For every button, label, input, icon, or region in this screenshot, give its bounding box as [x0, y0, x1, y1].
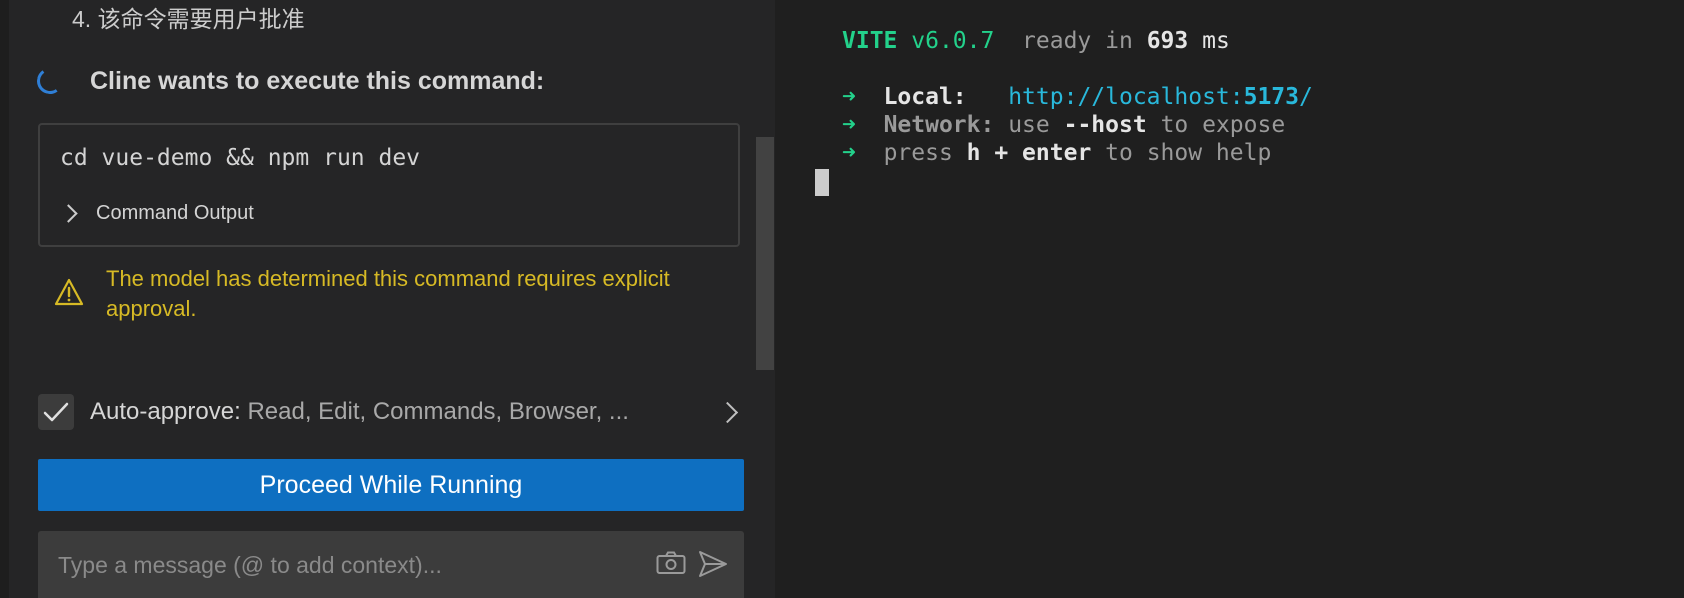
arrow-icon: ➜	[842, 112, 856, 138]
auto-approve-label: Auto-approve:	[90, 398, 241, 425]
local-url-prefix[interactable]: http://localhost:	[1008, 84, 1243, 110]
network-flag: --host	[1063, 112, 1147, 138]
arrow-icon: ➜	[842, 140, 856, 166]
terminal-line-help: ➜ press h + enter to show help	[842, 140, 1271, 166]
vite-name: VITE	[842, 28, 898, 54]
scrollbar-thumb[interactable]	[756, 137, 774, 370]
message-composer	[38, 531, 744, 598]
command-text: cd vue-demo && npm run dev	[60, 145, 421, 171]
terminal-cursor	[815, 169, 829, 196]
press-text: press	[883, 140, 953, 166]
camera-icon[interactable]	[656, 551, 686, 575]
chevron-right-icon[interactable]	[716, 401, 739, 424]
auto-approve-row[interactable]: Auto-approve: Read, Edit, Commands, Brow…	[90, 398, 629, 426]
auto-approve-checkbox[interactable]	[38, 394, 74, 430]
chat-panel: 4. 该命令需要用户批准 Cline wants to execute this…	[0, 0, 775, 598]
command-output-toggle[interactable]: Command Output	[96, 202, 254, 225]
panel-edge	[0, 0, 9, 598]
warning-icon	[54, 278, 84, 306]
network-label: Network:	[883, 112, 995, 138]
proceed-while-running-button[interactable]: Proceed While Running	[38, 459, 744, 511]
vite-version: v6.0.7	[911, 28, 995, 54]
send-icon[interactable]	[698, 550, 728, 578]
ms-unit: ms	[1202, 28, 1230, 54]
auto-approve-items: Read, Edit, Commands, Browser, ...	[247, 398, 629, 425]
loading-spinner-icon	[34, 65, 66, 97]
ready-text: ready in	[1022, 28, 1133, 54]
network-rest: to expose	[1160, 112, 1286, 138]
terminal-panel[interactable]: VITE v6.0.7 ready in 693 ms ➜ Local: htt…	[775, 0, 1684, 598]
local-url-port[interactable]: 5173	[1244, 84, 1299, 110]
message-input[interactable]	[56, 547, 620, 583]
terminal-line-ready: VITE v6.0.7 ready in 693 ms	[842, 28, 1230, 54]
step-list-item: 4. 该命令需要用户批准	[72, 6, 305, 32]
local-url-suffix[interactable]: /	[1299, 84, 1313, 110]
warning-message: The model has determined this command re…	[106, 266, 670, 321]
command-box	[38, 123, 740, 247]
check-icon	[43, 402, 69, 422]
ready-ms: 693	[1146, 28, 1189, 54]
arrow-icon: ➜	[842, 84, 856, 110]
terminal-line-local: ➜ Local: http://localhost:5173/	[842, 84, 1313, 110]
network-use: use	[1008, 112, 1050, 138]
command-title: Cline wants to execute this command:	[90, 67, 545, 95]
local-label: Local:	[883, 84, 967, 110]
press-keys: h + enter	[966, 140, 1092, 166]
press-rest: to show help	[1105, 140, 1272, 166]
terminal-line-network: ➜ Network: use --host to expose	[842, 112, 1285, 138]
